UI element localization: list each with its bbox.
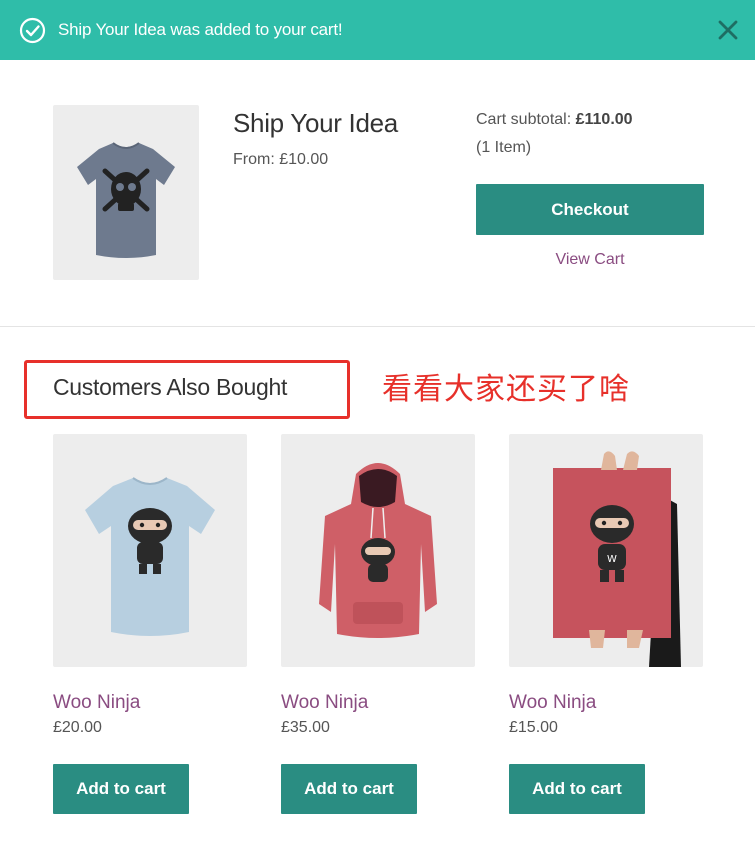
add-to-cart-button[interactable]: Add to cart bbox=[281, 764, 417, 814]
check-circle-icon bbox=[19, 17, 46, 44]
product-image[interactable]: W bbox=[509, 434, 703, 667]
tshirt-skull-image bbox=[77, 142, 175, 258]
cart-subtotal: Cart subtotal: £110.00 bbox=[476, 109, 633, 131]
product-image[interactable] bbox=[281, 434, 475, 667]
product-name[interactable]: Woo Ninja bbox=[53, 691, 140, 715]
added-product-price: From: £10.00 bbox=[233, 151, 329, 168]
product-image[interactable] bbox=[53, 434, 247, 667]
product-price: £35.00 bbox=[281, 719, 330, 736]
annotation-text: 看看大家还买了啥 bbox=[382, 372, 630, 407]
ninja-hoodie-image bbox=[319, 463, 437, 638]
notice-message: Ship Your Idea was added to your cart! bbox=[58, 20, 343, 39]
add-to-cart-button[interactable]: Add to cart bbox=[53, 764, 189, 814]
ninja-poster-image: W bbox=[553, 451, 681, 667]
product-price: £20.00 bbox=[53, 719, 102, 736]
svg-text:W: W bbox=[607, 554, 617, 565]
checkout-button[interactable]: Checkout bbox=[476, 184, 704, 235]
cart-item-count: (1 Item) bbox=[476, 139, 532, 156]
close-icon[interactable] bbox=[714, 16, 742, 44]
added-product-title: Ship Your Idea bbox=[233, 108, 398, 138]
add-to-cart-button[interactable]: Add to cart bbox=[509, 764, 645, 814]
related-section-title: Customers Also Bought bbox=[53, 374, 288, 400]
view-cart-link[interactable]: View Cart bbox=[476, 249, 704, 271]
product-price: £15.00 bbox=[509, 719, 558, 736]
cart-subtotal-value: £110.00 bbox=[575, 111, 633, 128]
product-name[interactable]: Woo Ninja bbox=[509, 691, 596, 715]
added-to-cart-notice: Ship Your Idea was added to your cart! bbox=[0, 0, 755, 60]
section-divider bbox=[0, 326, 755, 327]
added-product-image[interactable] bbox=[53, 105, 199, 280]
ninja-tshirt-image bbox=[85, 477, 215, 636]
product-name[interactable]: Woo Ninja bbox=[281, 691, 368, 715]
cart-subtotal-label: Cart subtotal: bbox=[476, 111, 572, 128]
